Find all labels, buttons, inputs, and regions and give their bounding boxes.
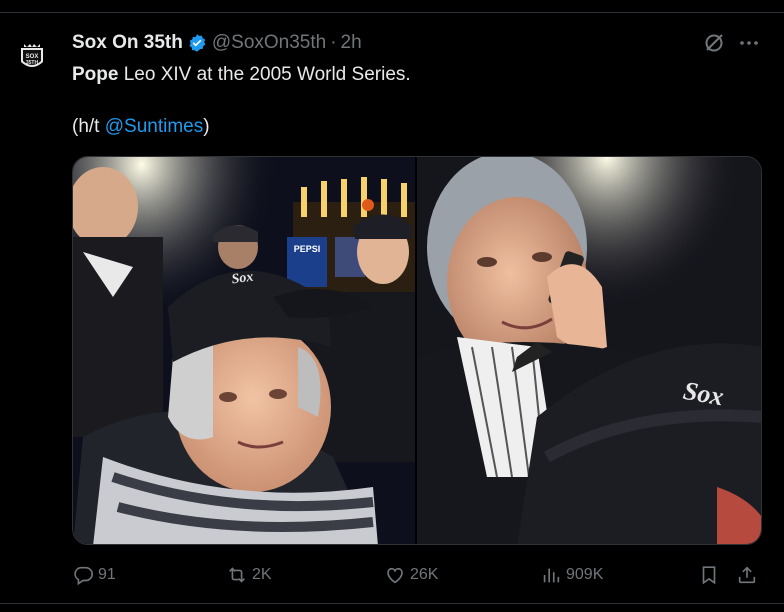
verified-badge-icon <box>187 33 207 53</box>
sox-logo-icon: SOX 35TH <box>12 38 52 78</box>
bottom-divider <box>0 603 784 604</box>
top-divider <box>0 12 784 13</box>
repost-count: 2K <box>252 566 272 583</box>
tweet-timestamp[interactable]: 2h <box>341 32 362 54</box>
tweet-line-2: (h/t @Suntimes) <box>72 114 762 140</box>
tweet-line-1: Pope Leo XIV at the 2005 World Series. <box>72 62 762 88</box>
views-count: 909K <box>566 566 604 583</box>
like-icon <box>387 567 403 584</box>
repost-button[interactable]: 2K <box>226 560 272 590</box>
bookmark-button[interactable] <box>698 560 724 590</box>
views-icon <box>543 568 560 583</box>
cap-logo-left: Sox <box>231 270 255 288</box>
repost-icon <box>229 567 245 583</box>
photo-left[interactable]: PEPSI Sox <box>73 157 415 544</box>
author-display-name[interactable]: Sox On 35th <box>72 32 183 54</box>
reply-count: 91 <box>98 566 116 583</box>
tweet-line-1-rest: Leo XIV at the 2005 World Series. <box>118 64 411 85</box>
reply-icon <box>74 566 93 586</box>
tweet-bold-word: Pope <box>72 64 119 85</box>
bookmark-icon <box>702 566 716 585</box>
tweet-header: Sox On 35th @SoxOn35th · 2h <box>72 31 362 55</box>
share-icon <box>738 566 756 584</box>
tweet-text: Pope Leo XIV at the 2005 World Series. (… <box>72 62 762 140</box>
hat-tip-prefix: (h/t <box>72 116 105 137</box>
like-count: 26K <box>410 566 439 583</box>
hat-tip-suffix: ) <box>203 116 210 137</box>
media-grid: PEPSI Sox Sox <box>72 156 762 545</box>
views-button[interactable]: 909K <box>540 560 603 590</box>
like-button[interactable]: 26K <box>384 560 438 590</box>
more-icon[interactable] <box>738 36 760 50</box>
grok-icon[interactable] <box>703 32 725 54</box>
photo-right[interactable]: Sox <box>417 157 761 544</box>
pepsi-sign: PEPSI <box>294 244 321 254</box>
mention-link[interactable]: @Suntimes <box>105 116 204 137</box>
avatar[interactable]: SOX 35TH <box>12 38 52 78</box>
separator-dot: · <box>330 32 337 53</box>
reply-button[interactable]: 91 <box>72 560 116 590</box>
svg-text:35TH: 35TH <box>26 60 39 66</box>
action-bar: 91 2K 26K 909K <box>72 560 762 590</box>
share-button[interactable] <box>736 560 762 590</box>
author-handle[interactable]: @SoxOn35th <box>212 32 326 54</box>
